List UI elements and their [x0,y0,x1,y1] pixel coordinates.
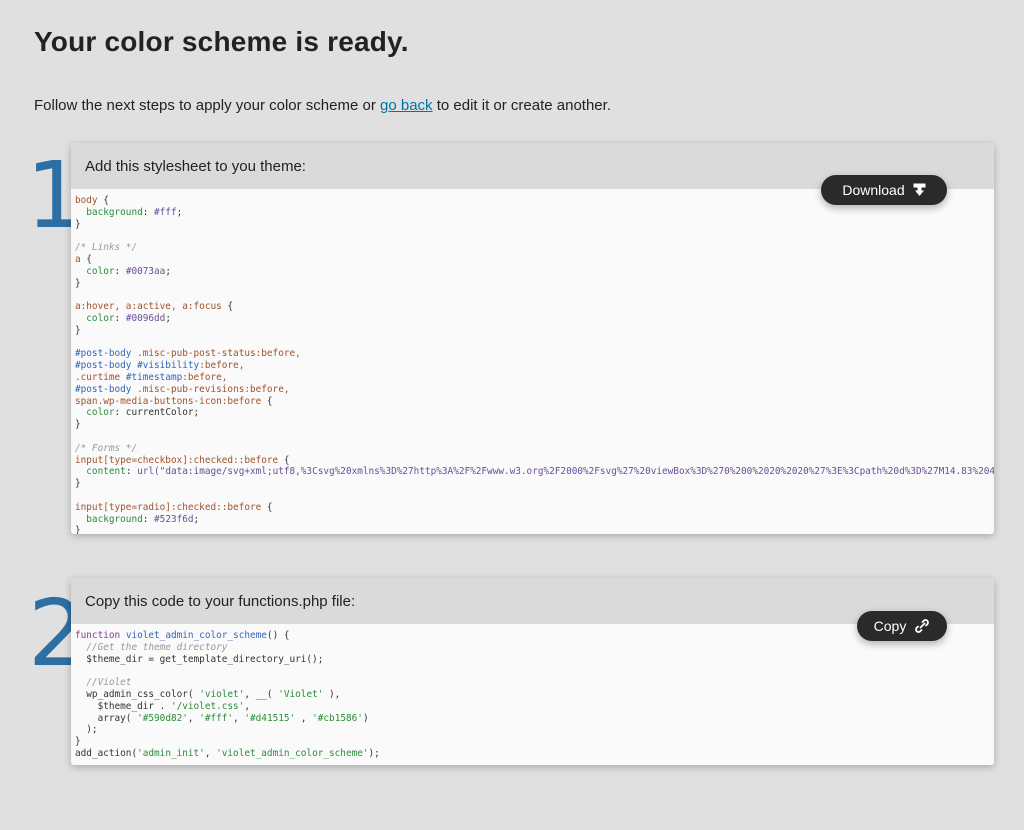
code-line: } [75,324,81,336]
code-line: array( '#590d82', '#fff', '#d41515' , '#… [75,712,369,724]
code-line: //Violet [75,677,132,689]
code-line: color: #0096dd; [75,312,171,324]
stylesheet-code[interactable]: body { background: #fff;}/* Links */a { … [71,189,994,534]
code-line: a { [75,253,92,265]
code-line: function violet_admin_color_scheme() { [75,630,290,641]
copy-button-label: Copy [873,618,907,634]
code-line: } [75,736,81,748]
functions-card: Copy this code to your functions.php fil… [71,578,994,765]
code-line: } [75,419,81,431]
copy-button[interactable]: Copy [857,611,947,641]
code-line: a:hover, a:active, a:focus { [75,301,234,313]
intro-text-before: Follow the next steps to apply your colo… [34,97,380,114]
page-title: Your color scheme is ready. [34,26,409,57]
code-line: /* Links */ [75,242,138,254]
code-line: #post-body .misc-pub-revisions:before, [75,383,290,395]
code-line: } [75,478,81,490]
code-line: span.wp-media-buttons-icon:before { [75,395,273,407]
functions-card-heading: Copy this code to your functions.php fil… [71,578,994,624]
code-line: //Get the theme directory [75,641,228,653]
code-line: } [75,525,81,534]
code-line: .curtime #timestamp:before, [75,371,228,383]
code-line: #post-body #visibility:before, [75,360,245,372]
code-line: color: currentColor; [75,407,200,419]
intro-text: Follow the next steps to apply your colo… [34,97,611,114]
code-line: background: #fff; [75,206,183,218]
code-line: ); [75,724,98,736]
code-line: background: #523f6d; [75,513,200,525]
intro-text-after: to edit it or create another. [432,97,611,114]
code-line: $theme_dir = get_template_directory_uri(… [75,653,324,665]
code-line: /* Forms */ [75,442,138,454]
code-line: wp_admin_css_color( 'violet', __( 'Viole… [75,688,341,700]
code-line: } [75,218,81,230]
download-icon [913,183,926,197]
code-line: input[type=radio]:checked::before { [75,501,273,513]
code-line: color: #0073aa; [75,265,171,277]
functions-code[interactable]: function violet_admin_color_scheme() { /… [71,624,994,765]
code-line: content: url("data:image/svg+xml;utf8,%3… [75,466,994,478]
code-line: $theme_dir . '/violet.css', [75,700,250,712]
code-line: } [75,277,81,289]
go-back-link[interactable]: go back [380,97,433,114]
link-icon [914,618,930,634]
code-line: #post-body .misc-pub-post-status:before, [75,348,301,360]
download-button[interactable]: Download [821,175,947,205]
code-line: input[type=checkbox]:checked::before { [75,454,290,466]
code-line: add_action('admin_init', 'violet_admin_c… [75,747,380,759]
download-button-label: Download [842,182,905,198]
